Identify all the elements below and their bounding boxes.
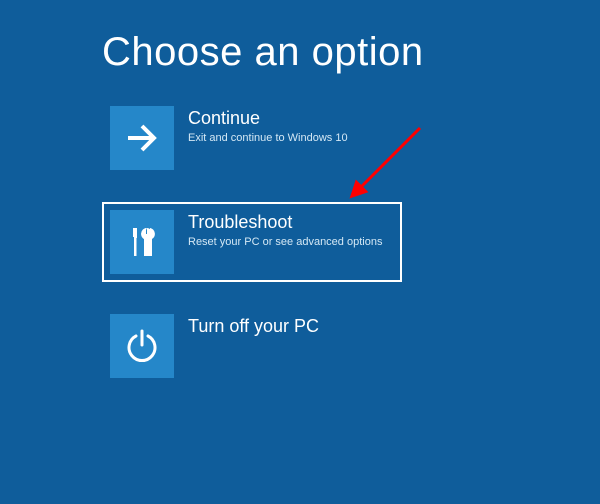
arrow-right-icon (122, 118, 162, 158)
troubleshoot-tile (110, 210, 174, 274)
option-turnoff[interactable]: Turn off your PC (102, 306, 402, 386)
continue-tile (110, 106, 174, 170)
option-turnoff-title: Turn off your PC (188, 316, 319, 338)
option-troubleshoot-subtitle: Reset your PC or see advanced options (188, 236, 382, 249)
page-title: Choose an option (102, 30, 424, 75)
tools-icon (122, 222, 162, 262)
option-continue[interactable]: Continue Exit and continue to Windows 10 (102, 98, 402, 178)
option-continue-text: Continue Exit and continue to Windows 10 (174, 106, 348, 145)
option-turnoff-text: Turn off your PC (174, 314, 319, 340)
power-icon (122, 326, 162, 366)
options-list: Continue Exit and continue to Windows 10 (102, 98, 402, 410)
turnoff-tile (110, 314, 174, 378)
option-troubleshoot[interactable]: Troubleshoot Reset your PC or see advanc… (102, 202, 402, 282)
option-troubleshoot-text: Troubleshoot Reset your PC or see advanc… (174, 210, 382, 249)
option-troubleshoot-title: Troubleshoot (188, 212, 382, 234)
option-continue-subtitle: Exit and continue to Windows 10 (188, 132, 348, 145)
option-continue-title: Continue (188, 108, 348, 130)
